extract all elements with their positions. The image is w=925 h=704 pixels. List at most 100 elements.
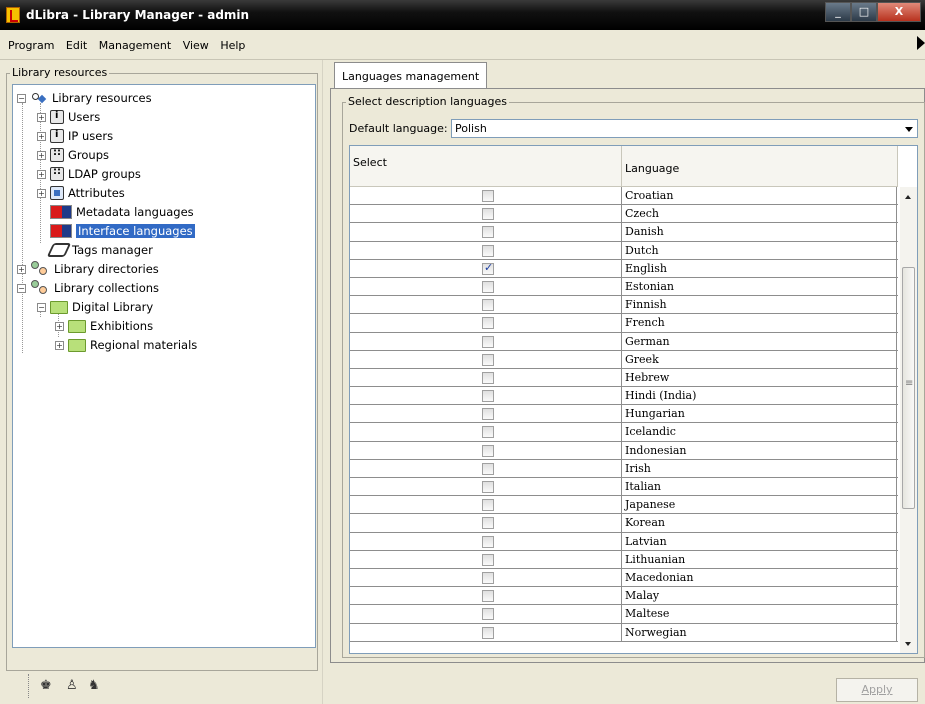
language-checkbox[interactable] xyxy=(482,244,494,257)
expand-icon[interactable]: + xyxy=(17,264,26,274)
collapse-icon[interactable]: − xyxy=(37,302,46,312)
tree-item-ldap-groups[interactable]: + LDAP groups xyxy=(37,165,141,183)
user-group-icon[interactable]: ♞ xyxy=(88,678,100,693)
table-row[interactable]: Italian xyxy=(350,478,898,497)
tree-item-metadata-languages[interactable]: Metadata languages xyxy=(50,203,194,221)
user-icon[interactable]: ♙ xyxy=(66,678,78,693)
expand-icon[interactable]: + xyxy=(37,150,46,160)
select-cell xyxy=(350,459,622,477)
language-checkbox[interactable] xyxy=(482,371,494,384)
users-icon[interactable]: ♚ xyxy=(40,678,52,693)
language-checkbox[interactable] xyxy=(482,317,494,330)
table-row[interactable]: Dutch xyxy=(350,241,898,260)
language-checkbox[interactable] xyxy=(482,390,494,403)
language-checkbox[interactable] xyxy=(482,335,494,348)
column-header-language[interactable]: Language xyxy=(622,146,898,187)
expand-icon[interactable]: + xyxy=(37,112,46,122)
table-row[interactable]: French xyxy=(350,314,898,333)
table-row[interactable]: Latvian xyxy=(350,532,898,551)
scroll-up-icon[interactable] xyxy=(900,188,917,205)
tree-item-library-collections[interactable]: − Library collections xyxy=(17,279,159,297)
vertical-scrollbar[interactable] xyxy=(900,187,917,653)
language-checkbox[interactable] xyxy=(482,261,494,275)
collapse-icon[interactable]: − xyxy=(17,283,26,293)
language-checkbox[interactable] xyxy=(482,444,494,457)
tree-item-groups[interactable]: + Groups xyxy=(37,146,109,164)
table-row[interactable]: Indonesian xyxy=(350,441,898,460)
minimize-button[interactable]: _ xyxy=(825,2,851,22)
language-checkbox[interactable] xyxy=(482,426,494,439)
table-row[interactable]: Finnish xyxy=(350,296,898,315)
table-row[interactable]: Norwegian xyxy=(350,623,898,642)
table-row[interactable]: English xyxy=(350,259,898,278)
language-checkbox[interactable] xyxy=(482,553,494,566)
tree-item-attributes[interactable]: + Attributes xyxy=(37,184,125,202)
menu-program[interactable]: Program xyxy=(8,30,54,52)
menu-view[interactable]: View xyxy=(183,30,209,52)
tree-item-interface-languages[interactable]: Interface languages xyxy=(50,222,195,240)
table-row[interactable]: Macedonian xyxy=(350,568,898,588)
table-row[interactable]: Czech xyxy=(350,205,898,224)
table-row[interactable]: Lithuanian xyxy=(350,550,898,569)
tree-item-tags-manager[interactable]: Tags manager xyxy=(46,241,153,259)
table-row[interactable]: Japanese xyxy=(350,496,898,515)
expand-icon[interactable]: + xyxy=(37,169,46,179)
chevron-down-icon[interactable] xyxy=(905,127,913,132)
table-row[interactable]: Hindi (India) xyxy=(350,387,898,406)
language-checkbox[interactable] xyxy=(482,190,494,202)
table-row[interactable]: Hungarian xyxy=(350,405,898,424)
close-button[interactable]: X xyxy=(877,2,921,22)
language-checkbox[interactable] xyxy=(482,408,494,421)
language-checkbox[interactable] xyxy=(482,226,494,239)
menu-edit[interactable]: Edit xyxy=(66,30,87,52)
language-checkbox[interactable] xyxy=(482,571,494,584)
tree-item-digital-library[interactable]: − Digital Library xyxy=(37,298,153,316)
table-row[interactable]: Danish xyxy=(350,223,898,242)
table-row[interactable]: Greek xyxy=(350,350,898,369)
resources-tree[interactable]: − Library resources + Users + IP users +… xyxy=(12,84,316,648)
language-checkbox[interactable] xyxy=(482,462,494,475)
tree-item-regional-materials[interactable]: + Regional materials xyxy=(55,336,197,354)
tree-item-library-directories[interactable]: + Library directories xyxy=(17,260,159,278)
language-checkbox[interactable] xyxy=(482,626,494,639)
tree-item-library-resources[interactable]: − Library resources xyxy=(17,89,152,107)
language-checkbox[interactable] xyxy=(482,299,494,312)
scroll-thumb[interactable] xyxy=(902,267,915,509)
table-row[interactable]: Croatian xyxy=(350,187,898,206)
tree-item-exhibitions[interactable]: + Exhibitions xyxy=(55,317,153,335)
tree-item-label: Regional materials xyxy=(90,338,198,352)
menu-management[interactable]: Management xyxy=(99,30,171,52)
expand-icon[interactable]: + xyxy=(55,340,64,350)
language-checkbox[interactable] xyxy=(482,608,494,621)
collapse-icon[interactable]: − xyxy=(17,93,26,103)
language-checkbox[interactable] xyxy=(482,535,494,548)
menu-help[interactable]: Help xyxy=(220,30,245,52)
language-checkbox[interactable] xyxy=(482,481,494,493)
table-row[interactable]: Maltese xyxy=(350,605,898,624)
table-row[interactable]: Icelandic xyxy=(350,423,898,442)
language-checkbox[interactable] xyxy=(482,517,494,530)
table-row[interactable]: Hebrew xyxy=(350,368,898,388)
table-row[interactable]: Korean xyxy=(350,514,898,533)
expand-icon[interactable]: + xyxy=(37,188,46,198)
apply-button[interactable]: Apply xyxy=(836,678,918,702)
table-row[interactable]: Estonian xyxy=(350,277,898,297)
language-checkbox[interactable] xyxy=(482,280,494,293)
column-header-select[interactable]: Select xyxy=(350,146,622,187)
expand-icon[interactable]: + xyxy=(55,321,64,331)
tree-item-ip-users[interactable]: + IP users xyxy=(37,127,113,145)
maximize-button[interactable]: □ xyxy=(851,2,877,22)
tree-item-users[interactable]: + Users xyxy=(37,108,100,126)
table-row[interactable]: Irish xyxy=(350,459,898,478)
tab-languages-management[interactable]: Languages management xyxy=(334,62,487,88)
splitter[interactable] xyxy=(322,60,326,704)
language-checkbox[interactable] xyxy=(482,590,494,603)
language-checkbox[interactable] xyxy=(482,499,494,512)
table-row[interactable]: German xyxy=(350,332,898,351)
default-language-select[interactable]: Polish xyxy=(451,119,918,138)
scroll-down-icon[interactable] xyxy=(900,636,917,653)
table-row[interactable]: Malay xyxy=(350,587,898,606)
language-checkbox[interactable] xyxy=(482,353,494,366)
language-checkbox[interactable] xyxy=(482,208,494,221)
expand-icon[interactable]: + xyxy=(37,131,46,141)
